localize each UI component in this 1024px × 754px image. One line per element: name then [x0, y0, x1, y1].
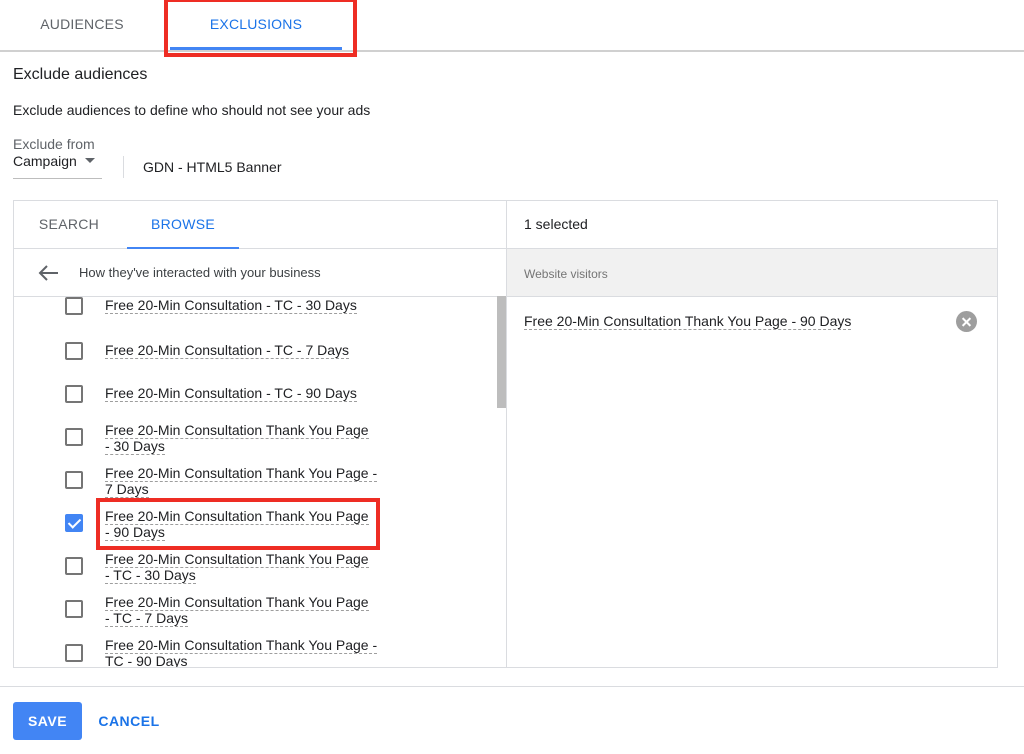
- list-item-label: Free 20-Min Consultation Thank You Page …: [105, 465, 378, 498]
- save-button[interactable]: SAVE: [13, 702, 82, 740]
- dropdown-arrow-icon: [85, 158, 95, 163]
- browse-tab-bar: SEARCH BROWSE: [14, 201, 506, 249]
- audience-picker-panel: SEARCH BROWSE How they've interacted wit…: [13, 200, 998, 668]
- audience-list: Free 20-Min Consultation - TC - 30 Days …: [14, 297, 506, 667]
- cancel-button[interactable]: CANCEL: [97, 702, 161, 740]
- exclude-from-dropdown[interactable]: Campaign: [13, 152, 102, 179]
- list-item-label: Free 20-Min Consultation - TC - 7 Days: [105, 342, 350, 359]
- checkbox[interactable]: [65, 600, 83, 618]
- checkbox[interactable]: [65, 297, 83, 315]
- campaign-name: GDN - HTML5 Banner: [143, 159, 282, 175]
- breadcrumb-row: How they've interacted with your busines…: [14, 249, 506, 297]
- checkbox-checked[interactable]: [65, 514, 83, 532]
- top-tab-bar: AUDIENCES EXCLUSIONS: [0, 0, 1024, 52]
- list-item[interactable]: Free 20-Min Consultation Thank You Page …: [14, 635, 494, 667]
- checkbox[interactable]: [65, 428, 83, 446]
- list-item[interactable]: Free 20-Min Consultation Thank You Page …: [14, 463, 494, 499]
- list-item[interactable]: Free 20-Min Consultation - TC - 7 Days: [14, 334, 494, 370]
- checkbox[interactable]: [65, 385, 83, 403]
- browse-column: SEARCH BROWSE How they've interacted wit…: [14, 201, 507, 667]
- tab-search[interactable]: SEARCH: [26, 201, 112, 248]
- remove-icon[interactable]: [956, 311, 977, 332]
- footer-divider: [0, 686, 1024, 687]
- list-item[interactable]: Free 20-Min Consultation - TC - 90 Days: [14, 377, 494, 413]
- checkbox[interactable]: [65, 557, 83, 575]
- selected-group-title: Website visitors: [524, 267, 608, 281]
- tab-browse-label: BROWSE: [150, 216, 216, 232]
- list-item-label: Free 20-Min Consultation Thank You Page …: [105, 637, 378, 667]
- list-item[interactable]: Free 20-Min Consultation Thank You Page -…: [14, 506, 494, 542]
- list-item[interactable]: Free 20-Min Consultation Thank You Page -…: [14, 549, 494, 585]
- exclude-from-value: Campaign: [13, 153, 77, 169]
- list-item-label: Free 20-Min Consultation Thank You Page -…: [105, 422, 369, 455]
- list-item-label: Free 20-Min Consultation Thank You Page -…: [105, 508, 369, 541]
- back-arrow-icon[interactable]: [36, 263, 60, 283]
- tab-audiences[interactable]: AUDIENCES: [30, 0, 134, 50]
- section-title: Exclude audiences: [13, 66, 148, 83]
- section-description: Exclude audiences to define who should n…: [13, 102, 371, 118]
- list-item[interactable]: Free 20-Min Consultation - TC - 30 Days: [14, 297, 494, 327]
- exclude-from-label: Exclude from: [13, 136, 95, 152]
- checkbox[interactable]: [65, 342, 83, 360]
- list-item-label: Free 20-Min Consultation - TC - 30 Days: [105, 297, 357, 314]
- list-item[interactable]: Free 20-Min Consultation Thank You Page -…: [14, 420, 494, 456]
- tab-browse[interactable]: BROWSE: [127, 201, 239, 249]
- selected-count: 1 selected: [524, 216, 588, 232]
- selected-group-header: Website visitors: [507, 249, 997, 297]
- scrollbar-thumb[interactable]: [497, 296, 506, 408]
- selected-column: 1 selected Website visitors Free 20-Min …: [507, 201, 997, 667]
- selected-header: 1 selected: [507, 201, 997, 249]
- selected-audience-item: Free 20-Min Consultation Thank You Page …: [524, 313, 852, 330]
- list-item[interactable]: Free 20-Min Consultation Thank You Page -…: [14, 592, 494, 628]
- tab-exclusions[interactable]: EXCLUSIONS: [170, 0, 342, 50]
- list-item-label: Free 20-Min Consultation Thank You Page -…: [105, 551, 369, 584]
- checkbox[interactable]: [65, 471, 83, 489]
- active-tab-indicator: [170, 47, 342, 50]
- tab-exclusions-label: EXCLUSIONS: [209, 16, 303, 32]
- breadcrumb: How they've interacted with your busines…: [79, 265, 321, 280]
- list-item-label: Free 20-Min Consultation Thank You Page -…: [105, 594, 369, 627]
- list-item-label: Free 20-Min Consultation - TC - 90 Days: [105, 385, 357, 402]
- checkbox[interactable]: [65, 644, 83, 662]
- vertical-divider: [123, 156, 124, 178]
